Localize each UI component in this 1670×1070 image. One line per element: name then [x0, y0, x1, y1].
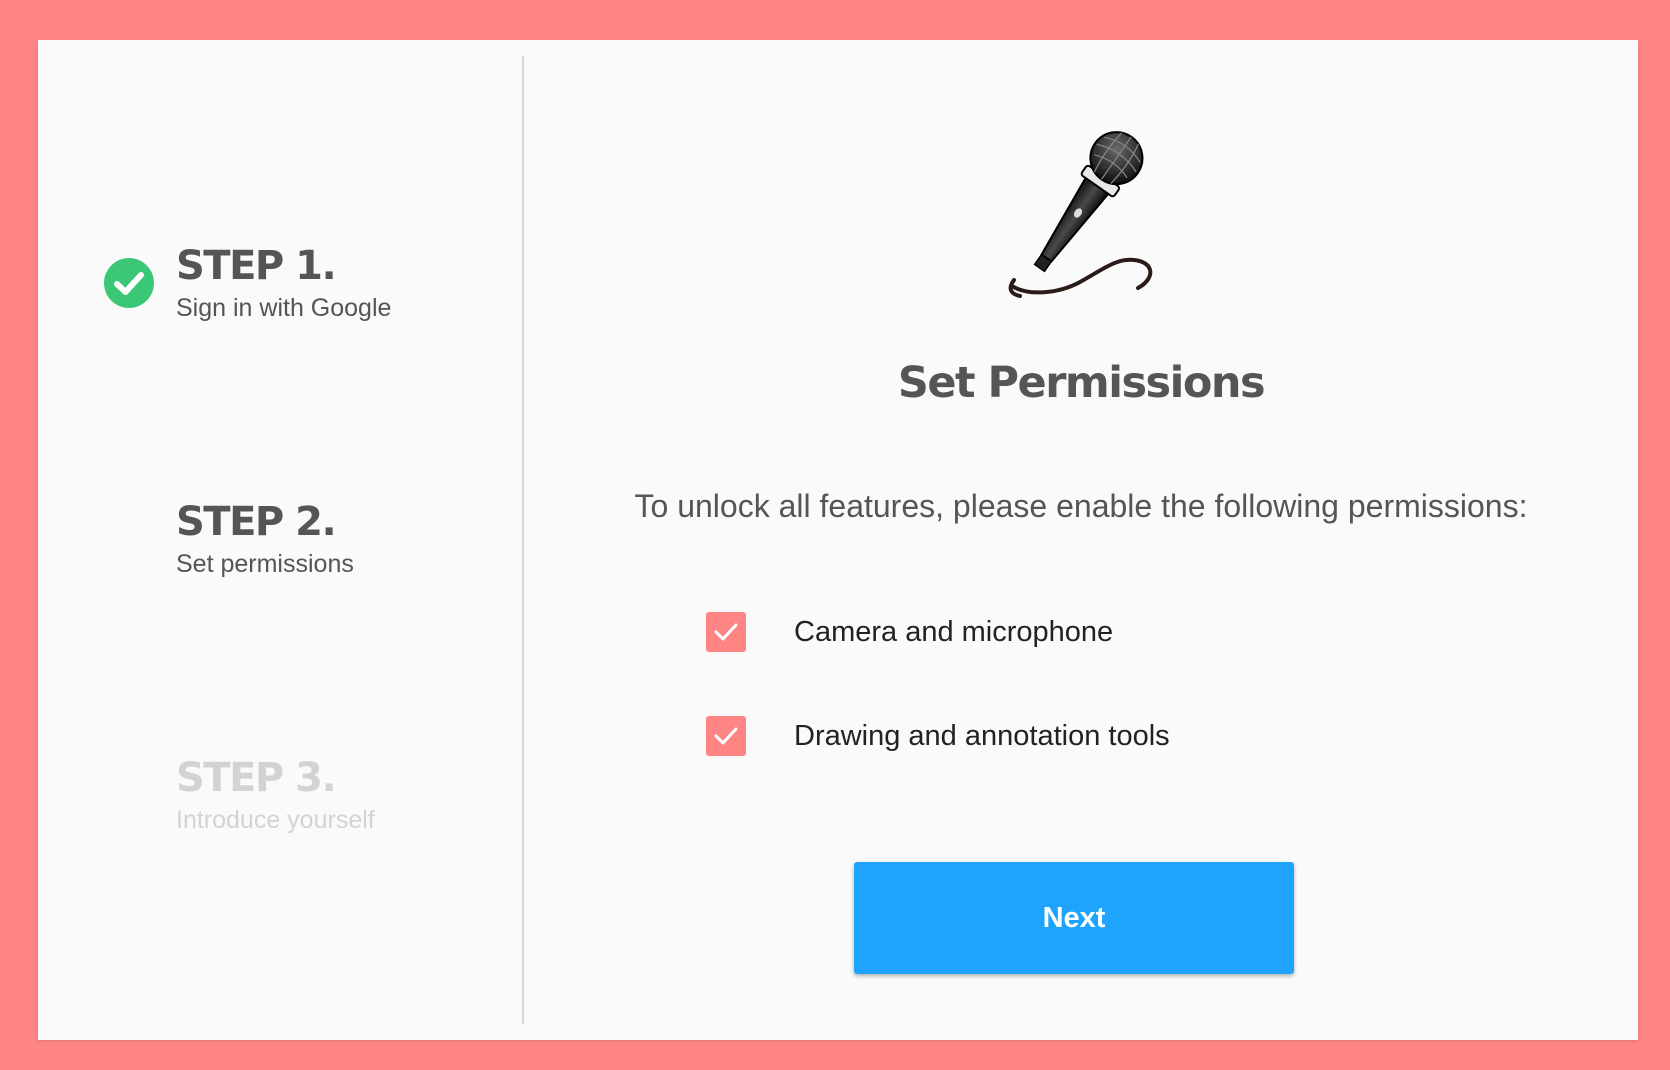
next-button[interactable]: Next: [854, 862, 1294, 974]
step-3-title: STEP 3.: [176, 755, 337, 801]
sidebar-divider: [522, 56, 524, 1024]
step-completed-check-icon: [104, 258, 154, 308]
microphone-icon: [1008, 131, 1153, 298]
checkmark-icon: [714, 727, 738, 745]
permission-drawing-tools: Drawing and annotation tools: [706, 716, 1170, 756]
page-title: Set Permissions: [897, 358, 1266, 408]
step-3: STEP 3. Introduce yourself: [176, 756, 496, 835]
step-1-subtitle: Sign in with Google: [176, 294, 392, 322]
onboarding-card: STEP 1. Sign in with Google STEP 2. Set …: [38, 40, 1638, 1040]
permission-camera-microphone: Camera and microphone: [706, 612, 1113, 652]
drawing-tools-label: Drawing and annotation tools: [794, 719, 1170, 752]
step-2-subtitle: Set permissions: [176, 550, 354, 578]
step-2: STEP 2. Set permissions: [176, 500, 496, 579]
checkmark-icon: [714, 623, 738, 641]
drawing-tools-checkbox[interactable]: [706, 716, 746, 756]
camera-microphone-checkbox[interactable]: [706, 612, 746, 652]
camera-microphone-label: Camera and microphone: [794, 615, 1114, 648]
permissions-description: To unlock all features, please enable th…: [634, 488, 1528, 524]
step-1: STEP 1. Sign in with Google: [176, 244, 496, 323]
step-2-title: STEP 2.: [176, 499, 337, 545]
step-3-subtitle: Introduce yourself: [176, 806, 375, 834]
step-1-title: STEP 1.: [176, 243, 337, 289]
